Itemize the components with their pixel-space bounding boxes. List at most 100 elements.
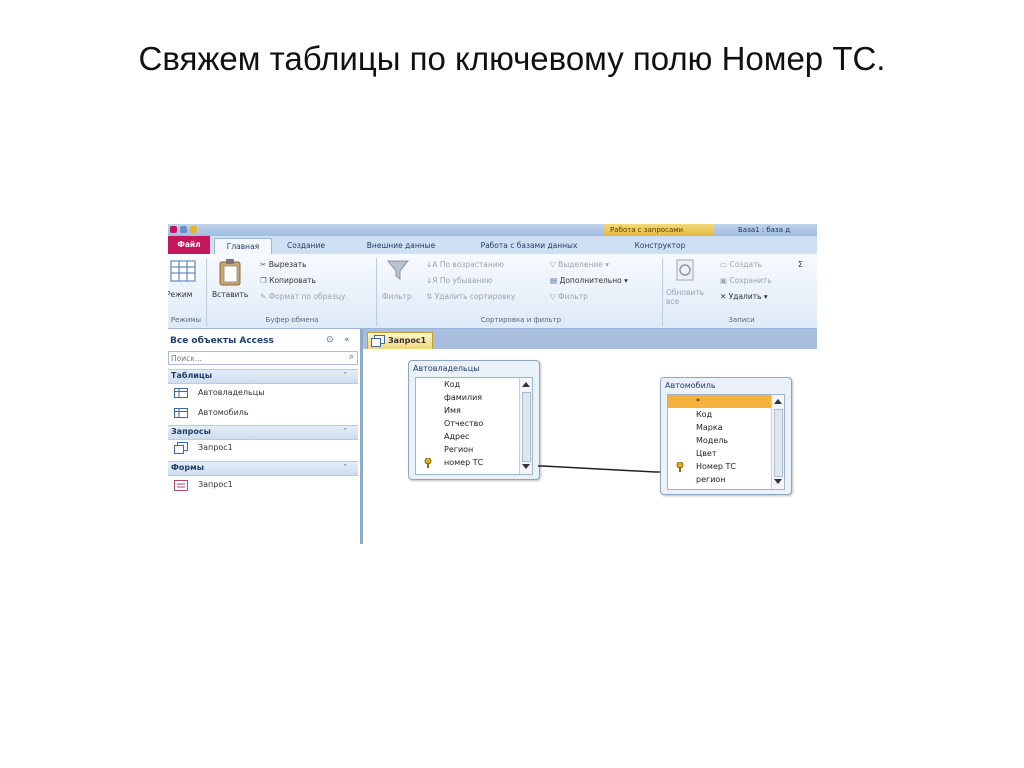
primary-key-icon xyxy=(676,462,684,472)
filter-label: Фильтр xyxy=(382,292,412,301)
ribbon-home: Режим Режимы Вставить ✂ Вырезать ❐ Копир… xyxy=(168,254,817,329)
nav-item-label: Автомобиль xyxy=(198,408,249,417)
copy-icon: ❐ xyxy=(260,276,267,285)
format-painter-button[interactable]: ✎ Формат по образцу xyxy=(260,292,345,301)
tab-external-data[interactable]: Внешние данные xyxy=(356,238,446,254)
scroll-thumb[interactable] xyxy=(522,392,531,462)
cut-label: Вырезать xyxy=(268,260,307,269)
paste-label: Вставить xyxy=(212,290,249,299)
scroll-up-icon[interactable] xyxy=(522,382,530,387)
tab-home[interactable]: Главная xyxy=(214,238,272,255)
quick-access-toolbar[interactable] xyxy=(170,226,210,234)
nav-item-table-car[interactable]: Автомобиль xyxy=(174,406,354,420)
save-record-button[interactable]: ▣ Сохранить xyxy=(720,276,772,285)
tab-query1[interactable]: Запрос1 xyxy=(367,332,433,349)
field-list: Код фамилия Имя Отчество Адрес Регион но… xyxy=(415,377,533,475)
sort-asc-icon: ↓A xyxy=(426,260,438,269)
advanced-button[interactable]: ▤ Дополнительно ▾ xyxy=(550,276,628,285)
field-item[interactable]: Марка xyxy=(696,421,723,434)
field-item-selected[interactable]: * xyxy=(668,395,772,408)
tab-database-tools[interactable]: Работа с базами данных xyxy=(464,238,594,254)
scroll-up-icon[interactable] xyxy=(774,399,782,404)
delete-record-button[interactable]: ✕ Удалить ▾ xyxy=(720,292,768,301)
filter-button[interactable]: Фильтр xyxy=(380,258,416,314)
cut-button[interactable]: ✂ Вырезать xyxy=(260,260,307,269)
field-item[interactable]: Имя xyxy=(444,404,461,417)
format-painter-label: Формат по образцу xyxy=(268,292,346,301)
field-item[interactable]: регион xyxy=(696,473,726,486)
primary-key-icon xyxy=(424,458,432,468)
delete-icon: ✕ xyxy=(720,292,727,301)
new-record-button[interactable]: ▭ Создать xyxy=(720,260,762,269)
nav-section-tables[interactable]: Таблицы ⌃ xyxy=(168,369,358,384)
nav-search-input[interactable] xyxy=(169,352,333,364)
query-tab-label: Запрос1 xyxy=(388,336,427,345)
table-box-owners[interactable]: Автовладельцы Код фамилия Имя Отчество А… xyxy=(408,360,540,480)
tab-design[interactable]: Конструктор xyxy=(622,238,698,254)
refresh-all-label: Обновить все xyxy=(666,288,705,306)
nav-item-label: Запрос1 xyxy=(198,443,233,452)
table-icon xyxy=(174,408,188,418)
nav-item-table-owners[interactable]: Автовладельцы xyxy=(174,386,354,400)
new-record-icon: ▭ xyxy=(720,260,728,269)
collapse-icon[interactable]: ⌃ xyxy=(342,463,348,471)
field-item[interactable]: Код xyxy=(444,378,460,391)
brush-icon: ✎ xyxy=(260,292,267,301)
sort-desc-button[interactable]: ↓Я По убыванию xyxy=(426,276,493,285)
field-item[interactable]: Код xyxy=(696,408,712,421)
sort-asc-button[interactable]: ↓A По возрастанию xyxy=(426,260,504,269)
nav-item-form1[interactable]: Запрос1 xyxy=(174,478,354,492)
table-icon xyxy=(174,388,188,398)
search-icon[interactable]: ⌕ xyxy=(349,352,354,362)
collapse-icon[interactable]: ⌃ xyxy=(342,427,348,435)
scroll-down-icon[interactable] xyxy=(522,464,530,469)
group-records-label: Записи xyxy=(728,316,755,324)
collapse-icon[interactable]: ⌃ xyxy=(342,371,348,379)
vertical-scrollbar[interactable] xyxy=(771,395,784,489)
toggle-filter-button[interactable]: ▽ Фильтр xyxy=(550,292,588,301)
nav-item-query1[interactable]: Запрос1 xyxy=(174,441,354,455)
nav-section-queries[interactable]: Запросы ⌃ xyxy=(168,425,358,440)
field-item[interactable]: Цвет xyxy=(696,447,717,460)
nav-item-label: Запрос1 xyxy=(198,480,233,489)
nav-menu-icon[interactable]: ⊙ xyxy=(326,335,334,345)
tab-file[interactable]: Файл xyxy=(168,236,210,254)
field-list: * Код Марка Модель Цвет Номер ТС регион xyxy=(667,394,785,490)
clipboard-icon xyxy=(219,259,241,286)
scissors-icon: ✂ xyxy=(260,260,267,269)
field-item[interactable]: фамилия xyxy=(444,391,482,404)
refresh-all-button[interactable]: Обновить все xyxy=(666,258,704,314)
section-title: Запросы xyxy=(171,427,211,436)
tab-create[interactable]: Создание xyxy=(276,238,336,254)
paste-button[interactable]: Вставить xyxy=(210,258,252,314)
totals-button[interactable]: Σ xyxy=(798,260,803,269)
field-item[interactable]: Модель xyxy=(696,434,728,447)
nav-pane-header[interactable]: Все объекты Access ⊙ « xyxy=(168,334,360,348)
field-item-key[interactable]: номер ТС xyxy=(444,456,483,469)
toggle-filter-label: Фильтр xyxy=(558,292,588,301)
remove-sort-button[interactable]: ⇅ Удалить сортировку xyxy=(426,292,515,301)
copy-button[interactable]: ❐ Копировать xyxy=(260,276,316,285)
scroll-down-icon[interactable] xyxy=(774,479,782,484)
view-button[interactable]: Режим xyxy=(168,260,198,314)
section-title: Таблицы xyxy=(171,371,213,380)
navigation-pane: Все объекты Access ⊙ « ⌕ Таблицы ⌃ Автов… xyxy=(168,329,363,544)
table-box-car[interactable]: Автомобиль * Код Марка Модель Цвет Номер… xyxy=(660,377,792,495)
nav-pane-title: Все объекты Access xyxy=(170,336,274,346)
collapse-pane-icon[interactable]: « xyxy=(344,335,350,345)
field-item-key[interactable]: Номер ТС xyxy=(696,460,736,473)
field-item[interactable]: Регион xyxy=(444,443,473,456)
field-item[interactable]: Адрес xyxy=(444,430,469,443)
nav-section-forms[interactable]: Формы ⌃ xyxy=(168,461,358,476)
group-clipboard-label: Буфер обмена xyxy=(265,316,319,324)
group-sort-filter-label: Сортировка и фильтр xyxy=(480,316,562,324)
new-record-label: Создать xyxy=(729,260,762,269)
vertical-scrollbar[interactable] xyxy=(519,378,532,474)
advanced-icon: ▤ xyxy=(550,276,558,285)
field-item[interactable]: Отчество xyxy=(444,417,483,430)
selection-button[interactable]: ▽ Выделение ▾ xyxy=(550,260,609,269)
group-views-label: Режимы xyxy=(170,316,202,324)
ribbon-tabs: Файл Главная Создание Внешние данные Раб… xyxy=(168,236,817,255)
delete-record-label: Удалить xyxy=(728,292,762,301)
scroll-thumb[interactable] xyxy=(774,409,783,477)
